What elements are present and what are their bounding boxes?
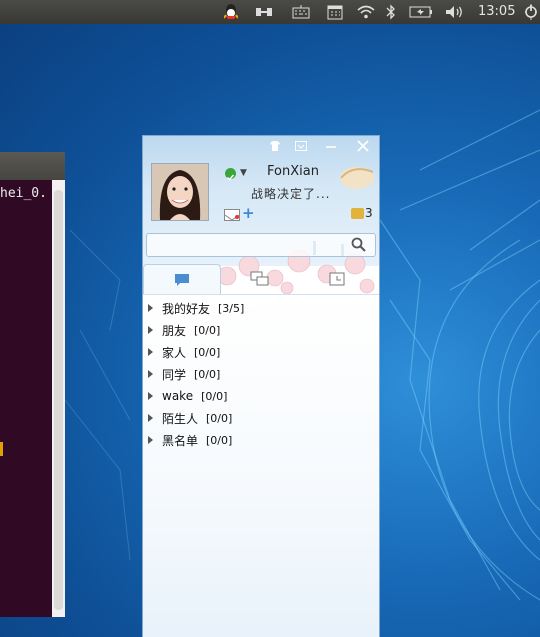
terminal-cursor [0, 442, 3, 456]
group-name: 黑名单 [162, 433, 199, 448]
group-count: [0/0] [194, 323, 221, 337]
nickname: FonXian [267, 164, 319, 179]
menu-button[interactable] [291, 138, 311, 154]
tab-bar [143, 264, 379, 294]
group-row[interactable]: 陌生人 [0/0] [143, 407, 379, 429]
terminal-window[interactable]: hei_0. [0, 152, 65, 617]
group-row[interactable]: wake [0/0] [143, 385, 379, 407]
terminal-titlebar[interactable] [0, 152, 65, 180]
group-name: 我的好友 [162, 301, 211, 316]
group-name: 朋友 [162, 323, 187, 338]
terminal-body[interactable]: hei_0. [0, 180, 52, 617]
clock-icon [329, 272, 345, 286]
profile-photo [152, 164, 208, 220]
expand-arrow-icon [148, 370, 153, 378]
qq-header: ▼ FonXian 战略决定了... + 3 [143, 136, 379, 295]
group-row[interactable]: 家人 [0/0] [143, 341, 379, 363]
tab-contacts[interactable] [143, 264, 221, 294]
contact-group-list: 我的好友 [3/5] 朋友 [0/0] 家人 [0/0] 同学 [0/0] wake [0… [143, 294, 379, 637]
dropdown-box-icon [295, 141, 307, 151]
group-row[interactable]: 我的好友 [3/5] [143, 297, 379, 319]
skin-button[interactable] [265, 138, 285, 154]
terminal-scrollbar[interactable] [52, 180, 65, 617]
search-box[interactable] [146, 233, 376, 257]
search-input[interactable] [151, 236, 345, 256]
status-dropdown-icon[interactable]: ▼ [240, 168, 247, 178]
group-count: [0/0] [194, 345, 221, 359]
online-status-icon[interactable] [225, 168, 236, 181]
close-button[interactable] [353, 138, 373, 154]
shirt-icon [270, 141, 280, 151]
mail-icon[interactable] [224, 209, 240, 221]
group-count: [0/0] [206, 433, 233, 447]
keyboard-icon[interactable] [291, 0, 311, 24]
minimize-button[interactable] [321, 138, 341, 154]
decoration-bird [340, 167, 374, 189]
minimize-icon [326, 146, 336, 148]
avatar[interactable] [151, 163, 209, 221]
search-icon[interactable] [351, 237, 366, 252]
power-icon[interactable] [522, 0, 540, 24]
message-box-icon[interactable] [351, 208, 364, 219]
group-count: [3/5] [218, 301, 245, 315]
tab-groups[interactable] [221, 264, 299, 294]
group-count: [0/0] [206, 411, 233, 425]
volume-icon[interactable] [443, 0, 467, 24]
group-count: [0/0] [194, 367, 221, 381]
expand-arrow-icon [148, 392, 153, 400]
add-app-icon[interactable]: + [242, 204, 255, 222]
expand-arrow-icon [148, 414, 153, 422]
group-row[interactable]: 朋友 [0/0] [143, 319, 379, 341]
expand-arrow-icon [148, 348, 153, 356]
scrollbar-thumb[interactable] [54, 190, 63, 610]
close-icon [357, 140, 369, 152]
group-row[interactable]: 同学 [0/0] [143, 363, 379, 385]
bluetooth-icon[interactable] [384, 0, 398, 24]
message-count: 3 [365, 206, 373, 220]
expand-arrow-icon [148, 326, 153, 334]
calendar-icon[interactable] [325, 0, 345, 24]
chat-bubble-icon [175, 273, 189, 286]
expand-arrow-icon [148, 436, 153, 444]
tab-recent[interactable] [299, 264, 377, 294]
qq-main-window: ▼ FonXian 战略决定了... + 3 我的好友 [3/5] 朋友 [0/0]… [142, 135, 380, 637]
wifi-icon[interactable] [355, 0, 377, 24]
group-chat-icon [250, 271, 269, 286]
group-name: wake [162, 389, 194, 403]
signature[interactable]: 战略决定了... [251, 185, 330, 202]
qq-icon[interactable] [222, 0, 240, 24]
group-name: 同学 [162, 367, 187, 382]
group-count: [0/0] [201, 389, 228, 403]
terminal-text: hei_0. [0, 186, 47, 201]
battery-icon[interactable] [408, 0, 434, 24]
group-row[interactable]: 黑名单 [0/0] [143, 429, 379, 451]
network-tool-icon[interactable] [254, 0, 274, 24]
clock[interactable]: 13:05 [478, 4, 515, 19]
expand-arrow-icon [148, 304, 153, 312]
group-name: 家人 [162, 345, 187, 360]
group-name: 陌生人 [162, 411, 199, 426]
top-panel: 13:05 [0, 0, 540, 24]
